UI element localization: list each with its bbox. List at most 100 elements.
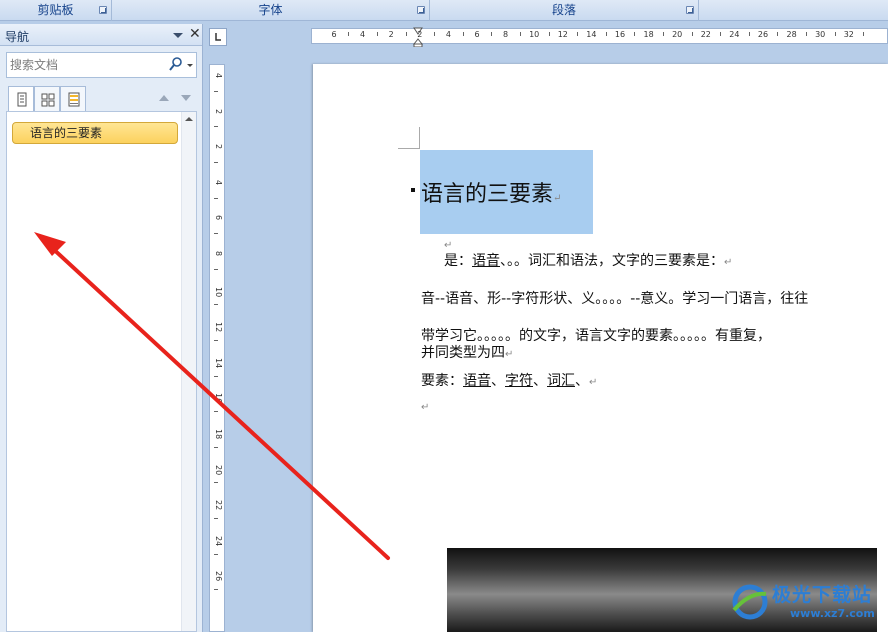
paragraph-mark: ↵ <box>505 349 514 360</box>
ruler-number: 16 <box>614 30 626 39</box>
ruler-number: 14 <box>214 357 223 368</box>
tab-browse-results[interactable] <box>60 86 86 112</box>
paragraph-mark: ↵ <box>724 257 733 268</box>
watermark-logo-icon <box>732 584 768 620</box>
ruler-tick <box>720 32 722 36</box>
nav-scrollbar[interactable] <box>181 112 196 631</box>
search-options-dropdown-icon[interactable] <box>187 64 193 67</box>
ruler-number: 2 <box>417 30 423 39</box>
paragraph-mark: ↵ <box>421 402 430 413</box>
ruler-number: 20 <box>672 30 683 39</box>
ruler-number: 16 <box>214 393 223 404</box>
ruler-tick <box>834 32 836 36</box>
paragraph-3-continued[interactable]: 并同类型为四↵ <box>421 342 513 362</box>
text-run-underlined: 语音 <box>463 373 491 389</box>
ruler-tick <box>214 90 218 92</box>
document-title[interactable]: 语言的三要素↵ <box>421 176 561 208</box>
ruler-tick <box>214 340 218 341</box>
ruler-tick <box>405 32 407 36</box>
scroll-up-arrow-icon[interactable] <box>185 117 193 121</box>
next-heading-arrow-icon[interactable] <box>181 95 191 101</box>
ruler-number: 2 <box>214 108 223 114</box>
ruler-number: 6 <box>474 30 480 39</box>
ruler-number: 26 <box>757 30 769 39</box>
dialog-launcher-icon[interactable] <box>99 6 107 14</box>
ruler-number: 12 <box>557 30 568 39</box>
navigation-pane: 导航 ✕ 搜索文档 语言的三要素 <box>0 24 203 632</box>
text-run: 、 <box>533 373 547 389</box>
ruler-number: 4 <box>360 30 366 39</box>
headings-list: 语言的三要素 <box>6 111 197 632</box>
ruler-number: 20 <box>214 464 223 475</box>
ruler-tick <box>434 32 436 36</box>
ruler-tick <box>519 32 521 36</box>
text-run: 、。。词汇和语法，文字的三要素是： <box>500 253 724 269</box>
nav-pane-header: 导航 ✕ <box>0 24 202 46</box>
ruler-number: 4 <box>214 179 223 185</box>
pane-options-arrow-icon[interactable] <box>173 33 183 38</box>
left-tab-icon <box>215 33 221 41</box>
heading-bullet <box>411 188 415 192</box>
ruler-number: 8 <box>503 30 509 39</box>
ribbon-group-strip: 剪贴板 字体 段落 <box>0 0 888 21</box>
ribbon-group-font: 字体 <box>112 0 430 21</box>
ruler-number: 22 <box>700 30 711 39</box>
ruler-number: 32 <box>843 30 854 39</box>
ruler-tick <box>214 304 218 306</box>
ruler-tick <box>214 162 218 163</box>
dialog-launcher-icon[interactable] <box>686 6 694 14</box>
tab-browse-pages[interactable] <box>34 86 60 112</box>
ruler-number: 6 <box>331 30 337 39</box>
ruler-number: 30 <box>815 30 826 39</box>
text-run-underlined: 语音 <box>472 253 500 269</box>
ruler-tick <box>691 32 693 36</box>
text-run-underlined: 字符 <box>505 373 533 389</box>
ruler-tick <box>214 197 218 199</box>
search-document-box[interactable] <box>6 52 197 78</box>
search-icon[interactable] <box>169 56 183 72</box>
ruler-number: 2 <box>388 30 394 39</box>
tab-selector[interactable] <box>209 28 227 46</box>
ruler-tick <box>214 553 218 555</box>
ruler-tick <box>214 268 218 270</box>
previous-heading-arrow-icon[interactable] <box>159 95 169 101</box>
close-icon[interactable]: ✕ <box>189 26 201 42</box>
ruler-tick <box>348 32 350 36</box>
ruler-tick <box>462 32 464 36</box>
paragraph-2[interactable]: 音--语音、形--字符形状、义。。。。--意义。学习一门语言，往往 <box>421 288 808 308</box>
ruler-tick <box>376 32 378 36</box>
document-page[interactable]: 语言的三要素↵ ↵ 是：语音、。。词汇和语法，文字的三要素是：↵ 音--语音、形… <box>313 64 888 632</box>
ruler-number: 2 <box>214 144 223 150</box>
crop-mark <box>398 148 420 149</box>
ruler-tick <box>214 411 218 413</box>
ruler-tick <box>214 126 218 128</box>
ruler-number: 10 <box>214 286 223 297</box>
ruler-tick <box>214 446 218 448</box>
vertical-ruler[interactable]: 4 2 2 4 6 8 10 12 14 16 18 20 22 24 26 <box>209 64 225 632</box>
ruler-number: 24 <box>214 535 223 546</box>
ruler-tick <box>634 32 636 36</box>
tab-browse-headings[interactable] <box>8 86 34 112</box>
watermark-text: 极光下载站 <box>772 584 873 606</box>
text-run: 音--语音、形--字符形状、义。。。。--意义。学习一门语言，往往 <box>421 291 809 307</box>
ruler-tick <box>805 32 807 36</box>
ruler-number: 6 <box>214 215 223 221</box>
text-run: 要素： <box>421 373 463 389</box>
ruler-number: 18 <box>643 30 654 39</box>
ruler-tick <box>491 32 493 36</box>
paragraph-1[interactable]: 是：语音、。。词汇和语法，文字的三要素是：↵ <box>444 250 732 270</box>
ruler-number: 18 <box>214 429 223 440</box>
ruler-number: 10 <box>529 30 540 39</box>
dialog-launcher-icon[interactable] <box>417 6 425 14</box>
pages-view-icon <box>41 93 55 107</box>
search-input[interactable] <box>10 56 160 74</box>
ruler-tick <box>214 482 218 484</box>
horizontal-ruler[interactable]: 6 4 2 2 4 6 8 10 12 14 16 18 20 22 24 26 28 30 32 <box>311 27 888 47</box>
ruler-number: 22 <box>214 500 223 511</box>
heading-item[interactable]: 语言的三要素 <box>12 122 178 144</box>
ribbon-group-paragraph: 段落 <box>430 0 699 21</box>
paragraph-4[interactable]: 要素：语音、字符、词汇、↵ <box>421 370 597 390</box>
ruler-number: 26 <box>214 571 223 582</box>
ribbon-group-clipboard: 剪贴板 <box>0 0 112 21</box>
text-run: 、 <box>491 373 505 389</box>
